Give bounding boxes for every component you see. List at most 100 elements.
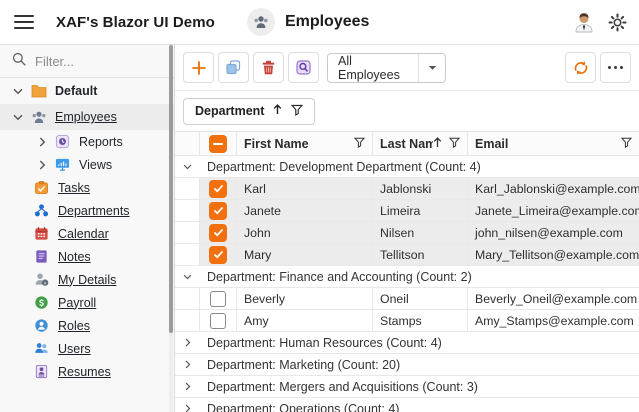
chevron-right-icon[interactable] [175, 382, 200, 391]
search-icon [12, 52, 26, 71]
view-variant-selector[interactable]: All Employees [327, 53, 446, 83]
sidebar-item-label: Tasks [58, 181, 90, 195]
row-checkbox[interactable] [209, 246, 227, 264]
funnel-icon[interactable] [621, 137, 632, 151]
folder-icon [30, 83, 47, 100]
group-chip-department[interactable]: Department [183, 98, 315, 125]
copy-button[interactable] [218, 52, 249, 83]
sidebar-item-calendar[interactable]: Calendar [0, 222, 174, 245]
departments-icon [33, 202, 50, 219]
sort-arrow-up-icon [273, 104, 282, 118]
row-checkbox[interactable] [209, 224, 227, 242]
group-chip-label: Department [195, 104, 264, 118]
sidebar-item-label: Departments [58, 204, 130, 218]
sidebar-item-default[interactable]: Default [0, 78, 174, 104]
sidebar-item-reports[interactable]: Reports [0, 130, 174, 153]
grid-rows: Department: Development Department (Coun… [175, 156, 639, 412]
sidebar-item-label: My Details [58, 273, 116, 287]
top-bar-actions [574, 11, 639, 33]
row-checkbox[interactable] [210, 313, 226, 329]
group-row[interactable]: Department: Finance and Accounting (Coun… [175, 266, 639, 288]
filter-input[interactable] [35, 54, 145, 69]
table-row[interactable]: Karl Jablonski Karl_Jablonski@example.co… [175, 178, 639, 200]
group-row[interactable]: Department: Operations (Count: 4) [175, 398, 639, 412]
chevron-down-icon[interactable] [175, 164, 200, 170]
sidebar-filter [0, 45, 174, 78]
ellipsis-icon [608, 66, 623, 69]
gear-icon[interactable] [608, 13, 627, 32]
employees-grid: Department First Name Last N [175, 90, 639, 412]
sidebar-item-views[interactable]: Views [0, 153, 174, 176]
row-checkbox[interactable] [209, 202, 227, 220]
sidebar-item-label: Payroll [58, 296, 96, 310]
delete-button[interactable] [253, 52, 284, 83]
sidebar-item-label: Resumes [58, 365, 111, 379]
funnel-icon[interactable] [354, 137, 365, 151]
group-row[interactable]: Department: Marketing (Count: 20) [175, 354, 639, 376]
group-row[interactable]: Department: Human Resources (Count: 4) [175, 332, 639, 354]
chevron-right-icon[interactable] [175, 360, 200, 369]
users-icon [33, 340, 50, 357]
chevron-right-icon[interactable] [175, 338, 200, 347]
people-circle-icon [247, 8, 275, 36]
table-row[interactable]: Mary Tellitson Mary_Tellitson@example.co… [175, 244, 639, 266]
group-row[interactable]: Department: Mergers and Acquisitions (Co… [175, 376, 639, 398]
roles-icon [33, 317, 50, 334]
new-button[interactable] [183, 52, 214, 83]
indeterminate-checkbox[interactable] [209, 135, 227, 153]
navigation-tree: Default Employees Reports Views [0, 78, 174, 383]
tasks-icon [33, 179, 50, 196]
list-view-toolbar: All Employees [175, 45, 639, 90]
hamburger-menu-icon[interactable] [14, 15, 34, 29]
resumes-icon [33, 363, 50, 380]
column-header-first-name[interactable]: First Name [237, 132, 373, 155]
group-panel: Department [175, 91, 639, 131]
sidebar-item-notes[interactable]: Notes [0, 245, 174, 268]
column-header-last-name[interactable]: Last Name [373, 132, 468, 155]
sidebar-item-roles[interactable]: Roles [0, 314, 174, 337]
chevron-down-icon[interactable] [6, 114, 30, 121]
sidebar-item-label: Reports [79, 135, 123, 149]
more-options-button[interactable] [600, 52, 631, 83]
sidebar-item-label: Users [58, 342, 91, 356]
app-title: XAF's Blazor UI Demo [56, 14, 215, 31]
sidebar-scrollbar-thumb[interactable] [169, 45, 173, 333]
funnel-icon[interactable] [449, 137, 460, 151]
table-row[interactable]: Beverly Oneil Beverly_Oneil@example.com [175, 288, 639, 310]
select-all-checkbox[interactable] [200, 132, 237, 155]
column-header-email[interactable]: Email [468, 132, 639, 155]
sort-arrow-up-icon [433, 137, 442, 151]
chevron-right-icon[interactable] [175, 404, 200, 412]
sidebar-item-label: Views [79, 158, 112, 172]
chevron-right-icon[interactable] [30, 137, 54, 147]
sidebar-item-tasks[interactable]: Tasks [0, 176, 174, 199]
table-row[interactable]: Janete Limeira Janete_Limeira@example.co… [175, 200, 639, 222]
table-row[interactable]: Amy Stamps Amy_Stamps@example.com [175, 310, 639, 332]
sidebar-item-label: Employees [55, 110, 117, 124]
sidebar-item-label: Calendar [58, 227, 109, 241]
row-checkbox[interactable] [210, 291, 226, 307]
sidebar-item-payroll[interactable]: Payroll [0, 291, 174, 314]
sidebar-item-employees[interactable]: Employees [0, 104, 174, 130]
sidebar-item-resumes[interactable]: Resumes [0, 360, 174, 383]
chevron-right-icon[interactable] [30, 160, 54, 170]
sidebar-item-departments[interactable]: Departments [0, 199, 174, 222]
my-details-icon [33, 271, 50, 288]
calendar-icon [33, 225, 50, 242]
funnel-icon[interactable] [291, 104, 303, 119]
row-checkbox[interactable] [209, 180, 227, 198]
chevron-down-icon[interactable] [418, 54, 445, 82]
sidebar-item-users[interactable]: Users [0, 337, 174, 360]
main-content: All Employees Department [175, 45, 639, 412]
app-window: XAF's Blazor UI Demo Employees [0, 0, 639, 412]
avatar-icon[interactable] [574, 11, 594, 33]
validate-button[interactable] [288, 52, 319, 83]
grid-header-row: First Name Last Name Email [175, 131, 639, 156]
views-icon [54, 156, 71, 173]
chevron-down-icon[interactable] [175, 274, 200, 280]
table-row[interactable]: John Nilsen john_nilsen@example.com [175, 222, 639, 244]
sidebar-item-my-details[interactable]: My Details [0, 268, 174, 291]
refresh-button[interactable] [565, 52, 596, 83]
group-row[interactable]: Department: Development Department (Coun… [175, 156, 639, 178]
chevron-down-icon[interactable] [6, 88, 30, 95]
